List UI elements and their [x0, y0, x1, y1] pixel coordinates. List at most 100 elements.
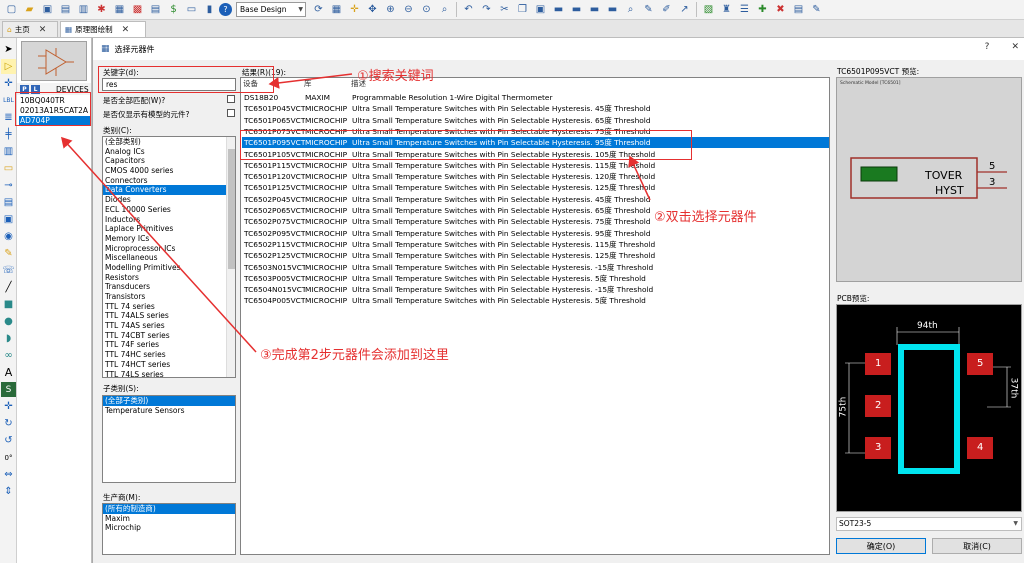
help-icon[interactable]: ?	[219, 3, 232, 16]
paste-icon[interactable]: ▣	[532, 1, 549, 18]
path-icon[interactable]: ∞	[1, 348, 16, 363]
category-item[interactable]: Transistors	[103, 292, 235, 302]
component-mode-icon[interactable]: ▷	[1, 59, 16, 74]
property-icon[interactable]: ☰	[736, 1, 753, 18]
text-script-icon[interactable]: ≣	[1, 110, 16, 125]
block-move-icon[interactable]: ▬	[568, 1, 585, 18]
dialog-close-button[interactable]: ✕	[1011, 42, 1019, 52]
bill-icon[interactable]: $	[165, 1, 182, 18]
remove-sheet-icon[interactable]: ✖	[772, 1, 789, 18]
table-row[interactable]: TC6502P045VCT MICROCHIP Ultra Small Temper…	[242, 194, 829, 205]
graph-icon[interactable]: ▤	[1, 195, 16, 210]
open-folder-icon[interactable]: ▰	[21, 1, 38, 18]
undo-icon[interactable]: ↶	[460, 1, 477, 18]
category-item[interactable]: Resistors	[103, 273, 235, 283]
zoom-out-icon[interactable]: ⊖	[400, 1, 417, 18]
category-item[interactable]: Diodes	[103, 195, 235, 205]
category-item[interactable]: TTL 74F series	[103, 340, 235, 350]
manufacturer-item[interactable]: Maxim	[103, 514, 235, 524]
category-item[interactable]: Capacitors	[103, 156, 235, 166]
category-item[interactable]: TTL 74ALS series	[103, 311, 235, 321]
ok-button[interactable]: 确定(O)	[836, 538, 926, 554]
redo-icon[interactable]: ↷	[478, 1, 495, 18]
design-select[interactable]: Base Design ▼	[236, 2, 306, 17]
category-item[interactable]: Miscellaneous	[103, 253, 235, 263]
ares-icon[interactable]: ✎	[808, 1, 825, 18]
cancel-button[interactable]: 取消(C)	[932, 538, 1022, 554]
table-row[interactable]: TC6501P125VCT MICROCHIP Ultra Small Temper…	[242, 182, 829, 193]
category-item[interactable]: ECL 10000 Series	[103, 205, 235, 215]
pcb-icon[interactable]: ▩	[129, 1, 146, 18]
symbol-icon[interactable]: S	[1, 382, 16, 397]
marker-icon[interactable]: ✛	[1, 399, 16, 414]
search-tag-icon[interactable]: ♜	[718, 1, 735, 18]
table-row[interactable]: TC6501P065VCT MICROCHIP Ultra Small Temper…	[242, 115, 829, 126]
category-item[interactable]: Memory ICs	[103, 234, 235, 244]
pin-icon[interactable]: ⊸	[1, 178, 16, 193]
refresh-icon[interactable]: ⟳	[310, 1, 327, 18]
table-row[interactable]: TC6502P125VCT MICROCHIP Ultra Small Temper…	[242, 250, 829, 261]
make-device-icon[interactable]: ✎	[640, 1, 657, 18]
models-only-checkbox[interactable]	[227, 109, 235, 117]
subcategory-item[interactable]: (全部子类别)	[103, 396, 235, 406]
package-select[interactable]: SOT23-5 ▼	[836, 517, 1022, 531]
package-icon[interactable]: ✐	[658, 1, 675, 18]
rotate-cw-icon[interactable]: ↻	[1, 416, 16, 431]
table-row[interactable]: TC6501P120VCT MICROCHIP Ultra Small Temper…	[242, 171, 829, 182]
save-icon[interactable]: ▣	[39, 1, 56, 18]
line-icon[interactable]: ╱	[1, 280, 16, 295]
category-item[interactable]: Connectors	[103, 176, 235, 186]
match-all-checkbox[interactable]	[227, 95, 235, 103]
table-row[interactable]: TC6504P005VCT MICROCHIP Ultra Small Temper…	[242, 295, 829, 306]
table-row[interactable]: DS18B20 MAXIM Programmable Resolution 1-Wi…	[242, 92, 829, 103]
column-library[interactable]: 库	[304, 78, 351, 89]
zoom-fit-icon[interactable]: ⊙	[418, 1, 435, 18]
tab-schematic[interactable]: ▦ 原理图绘制 ✕	[60, 21, 146, 37]
generator-icon[interactable]: ◉	[1, 229, 16, 244]
mirror-x-icon[interactable]: ⇔	[1, 467, 16, 482]
subcategory-list[interactable]: (全部子类别) Temperature Sensors	[102, 395, 236, 483]
scroll-thumb[interactable]	[228, 149, 235, 269]
table-row[interactable]: TC6503P005VCT MICROCHIP Ultra Small Temper…	[242, 273, 829, 284]
arc-icon[interactable]: ◗	[1, 331, 16, 346]
category-item[interactable]: Laplace Primitives	[103, 224, 235, 234]
import-icon[interactable]: ▤	[57, 1, 74, 18]
category-scrollbar[interactable]	[226, 137, 235, 377]
origin-icon[interactable]: ✛	[346, 1, 363, 18]
category-item[interactable]: Analog ICs	[103, 147, 235, 157]
bus-icon[interactable]: ╪	[1, 127, 16, 142]
tab-home[interactable]: ⌂ 主页 ✕	[2, 21, 58, 37]
mirror-y-icon[interactable]: ⇕	[1, 484, 16, 499]
terminal-icon[interactable]: ▭	[1, 161, 16, 176]
subcircuit-icon[interactable]: ▥	[1, 144, 16, 159]
table-row[interactable]: TC6501P045VCT MICROCHIP Ultra Small Temper…	[242, 103, 829, 114]
copy-icon[interactable]: ❐	[514, 1, 531, 18]
report-icon[interactable]: ▭	[183, 1, 200, 18]
category-item[interactable]: TTL 74AS series	[103, 321, 235, 331]
chip-icon[interactable]: ▮	[201, 1, 218, 18]
manufacturer-list[interactable]: (所有的制造商) Maxim Microchip	[102, 503, 236, 555]
wire-autorouter-icon[interactable]: ▧	[700, 1, 717, 18]
category-item[interactable]: Data Converters	[103, 185, 235, 196]
category-item[interactable]: CMOS 4000 series	[103, 166, 235, 176]
category-item[interactable]: TTL 74LS series	[103, 370, 235, 378]
rotate-ccw-icon[interactable]: ↺	[1, 433, 16, 448]
instrument-icon[interactable]: ☏	[1, 263, 16, 278]
cut-icon[interactable]: ✂	[496, 1, 513, 18]
category-item[interactable]: TTL 74 series	[103, 302, 235, 312]
table-row[interactable]: TC6502P095VCT MICROCHIP Ultra Small Temper…	[242, 228, 829, 239]
circle-icon[interactable]: ●	[1, 314, 16, 329]
selection-mode-icon[interactable]: ➤	[1, 42, 16, 57]
manufacturer-item[interactable]: Microchip	[103, 523, 235, 533]
category-item[interactable]: (全部类别)	[103, 137, 235, 147]
table-row[interactable]: TC6502P115VCT MICROCHIP Ultra Small Temper…	[242, 239, 829, 250]
pan-icon[interactable]: ✥	[364, 1, 381, 18]
wire-label-icon[interactable]: LBL	[1, 93, 16, 108]
help-button[interactable]: ?	[985, 42, 990, 52]
subcategory-item[interactable]: Temperature Sensors	[103, 406, 235, 416]
new-file-icon[interactable]: ▢	[3, 1, 20, 18]
pick-device-icon[interactable]: ⌕	[622, 1, 639, 18]
component-icon[interactable]: ✱	[93, 1, 110, 18]
table-row[interactable]: TC6501P115VCT MICROCHIP Ultra Small Temper…	[242, 160, 829, 171]
category-item[interactable]: TTL 74CBT series	[103, 331, 235, 341]
